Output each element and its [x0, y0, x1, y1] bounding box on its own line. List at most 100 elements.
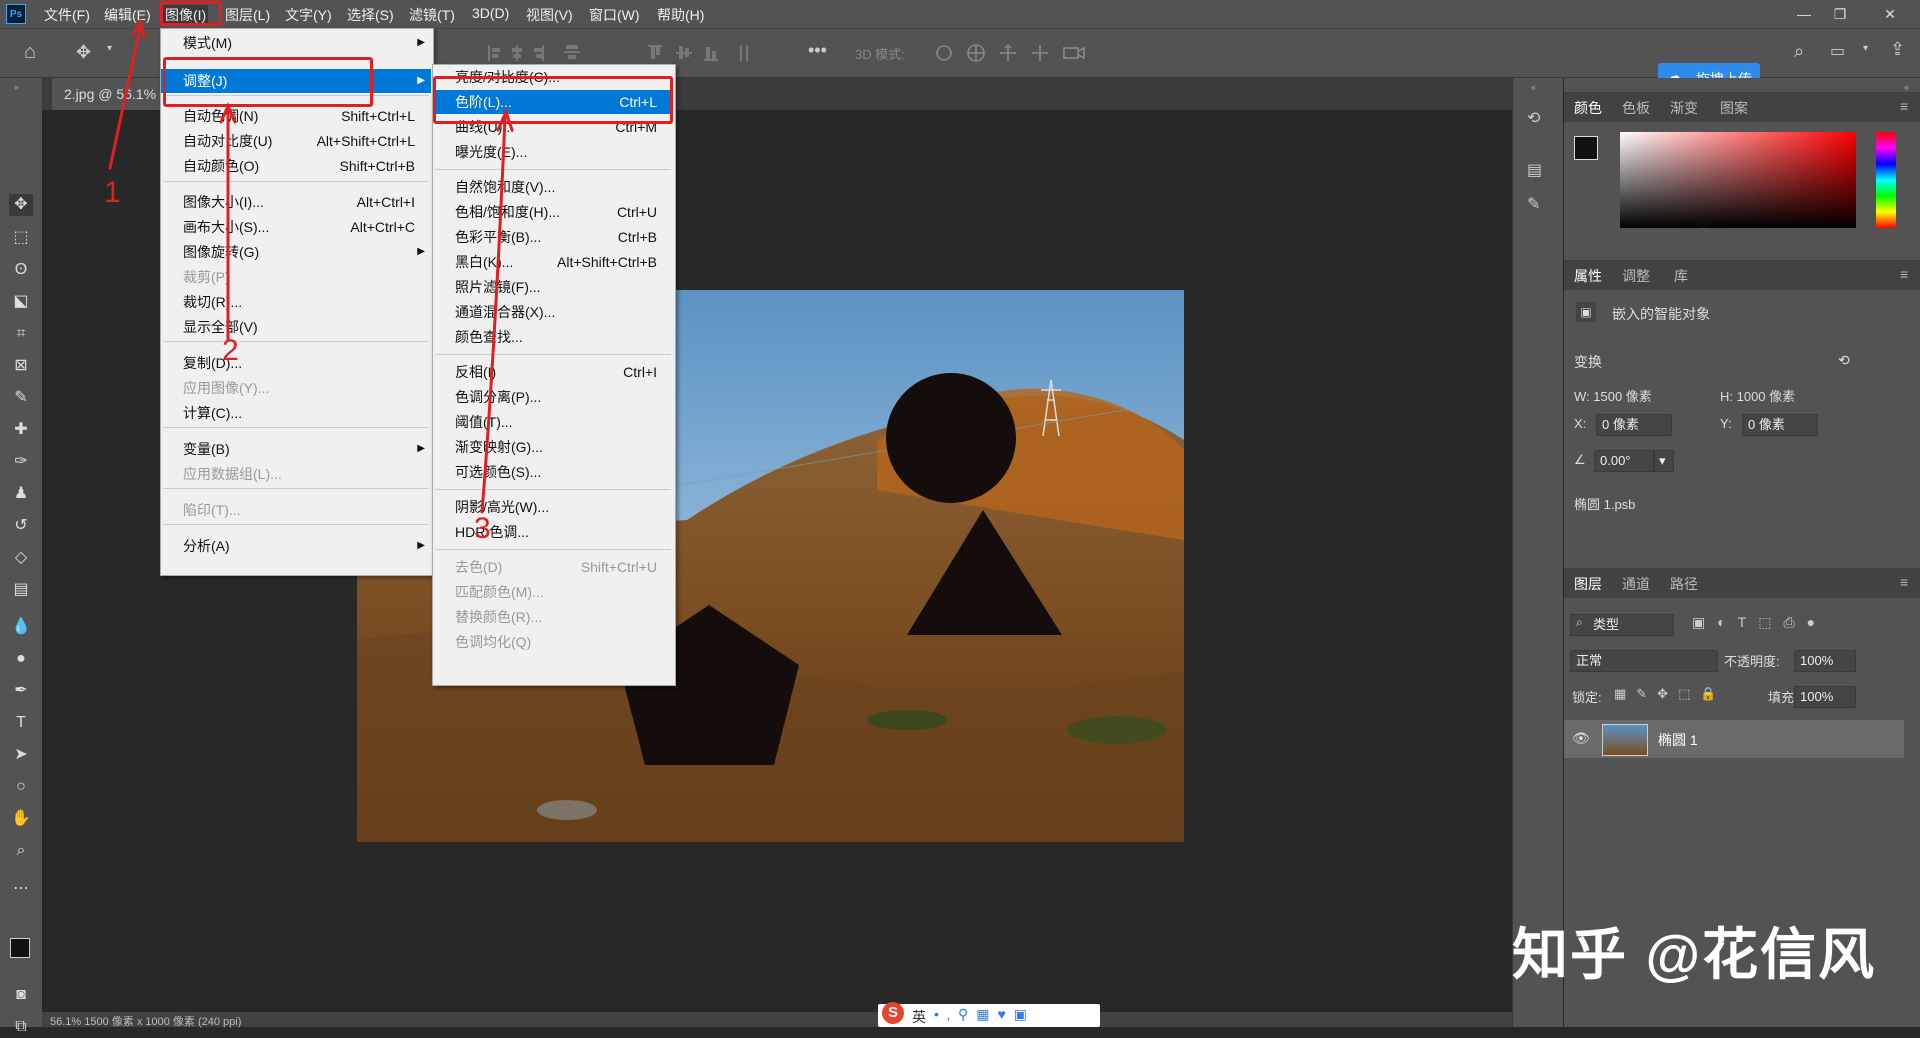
color-field[interactable] — [1620, 132, 1856, 228]
menu-item[interactable]: 变量(B) ▶ — [161, 437, 431, 461]
panel-menu-icon[interactable]: ≡ — [1900, 266, 1908, 282]
angle-dropdown-icon[interactable]: ▾ — [1654, 450, 1674, 472]
ime-toolbar[interactable]: S 英 •‚⚲▦♥▣ — [878, 1002, 1100, 1027]
blur-tool-icon[interactable]: 💧 — [9, 616, 33, 638]
tab-gradients[interactable]: 渐变 — [1670, 98, 1698, 118]
menu-item[interactable]: 显示全部(V) — [161, 315, 431, 339]
panel-menu-icon[interactable]: ≡ — [1900, 98, 1908, 114]
y-field[interactable]: 0 像素 — [1742, 414, 1818, 436]
menu-item[interactable]: 自动色调(N) Shift+Ctrl+L — [161, 104, 431, 128]
history-panel-icon[interactable]: ⟲ — [1527, 108, 1540, 128]
tab-layers[interactable]: 图层 — [1574, 574, 1602, 594]
x-field[interactable]: 0 像素 — [1596, 414, 1672, 436]
restore-button[interactable]: ❐ — [1822, 2, 1858, 26]
tab-swatches[interactable]: 色板 — [1622, 98, 1650, 118]
menu-item[interactable]: 可选颜色(S)... — [433, 460, 673, 484]
menu-item[interactable]: 曝光度(E)... — [433, 140, 673, 164]
tab-properties[interactable]: 属性 — [1574, 266, 1602, 286]
more-options-icon[interactable]: ••• — [808, 40, 827, 61]
gradient-tool-icon[interactable]: ▤ — [9, 579, 33, 601]
close-button[interactable]: ✕ — [1872, 2, 1908, 26]
menu-3d[interactable]: 3D(D) — [472, 5, 509, 21]
layer-filter-icons[interactable]: ▣◐T⬚⎙● — [1692, 614, 1827, 631]
menu-file[interactable]: 文件(F) — [44, 5, 90, 25]
frame-tool-icon[interactable]: ⊠ — [9, 355, 33, 377]
move-tool-icon[interactable]: ✥ — [9, 194, 33, 216]
menu-item[interactable]: 阴影/高光(W)... — [433, 495, 673, 519]
3d-mode-icons[interactable] — [930, 39, 1100, 67]
lock-icons[interactable]: ▦✎✥⬚🔒 — [1614, 686, 1727, 702]
menu-item[interactable]: 裁切(R)... — [161, 290, 431, 314]
menu-item[interactable]: 图像旋转(G) ▶ — [161, 240, 431, 264]
collapse-panels-icon[interactable]: « — [1904, 82, 1909, 92]
pen-tool-icon[interactable]: ✒ — [9, 680, 33, 702]
healing-brush-icon[interactable]: ✚ — [9, 419, 33, 441]
zoom-tool-icon[interactable]: ⌕ — [9, 840, 33, 862]
menu-item[interactable]: 复制(D)... — [161, 351, 431, 375]
menu-item[interactable]: 自动对比度(U) Alt+Shift+Ctrl+L — [161, 129, 431, 153]
menu-item[interactable]: 阈值(T)... — [433, 410, 673, 434]
home-icon[interactable]: ⌂ — [24, 41, 36, 64]
quick-select-tool-icon[interactable]: ⬕ — [9, 291, 33, 313]
reset-transform-icon[interactable]: ⟲ — [1838, 352, 1850, 369]
shape-tool-icon[interactable]: ○ — [9, 776, 33, 798]
menu-item[interactable]: 分析(A) ▶ — [161, 534, 431, 558]
eraser-tool-icon[interactable]: ◇ — [9, 547, 33, 569]
brush-tool-icon[interactable]: ✑ — [9, 451, 33, 473]
menu-view[interactable]: 视图(V) — [526, 5, 573, 25]
menu-item[interactable]: 渐变映射(G)... — [433, 435, 673, 459]
distribute-icons[interactable] — [646, 37, 776, 67]
foreground-color-swatch[interactable] — [10, 938, 30, 958]
menu-item[interactable]: 色彩平衡(B)... Ctrl+B — [433, 225, 673, 249]
quick-mask-icon[interactable]: ◙ — [9, 984, 33, 1006]
chevron-down-icon[interactable]: ▾ — [107, 43, 112, 54]
menu-item[interactable]: HDR 色调... — [433, 520, 673, 544]
menu-item[interactable]: 自动颜色(O) Shift+Ctrl+B — [161, 154, 431, 178]
menu-item[interactable]: 计算(C)... — [161, 401, 431, 425]
crop-tool-icon[interactable]: ⌗ — [9, 323, 33, 345]
menu-item[interactable]: 自然饱和度(V)... — [433, 175, 673, 199]
lasso-tool-icon[interactable]: ʘ — [9, 259, 33, 281]
share-icon[interactable]: ⇪ — [1890, 39, 1905, 60]
minimize-button[interactable]: — — [1786, 2, 1822, 26]
menu-item[interactable]: 黑白(K)... Alt+Shift+Ctrl+B — [433, 250, 673, 274]
angle-field[interactable]: 0.00° — [1594, 450, 1654, 472]
more-tools-icon[interactable]: ⋯ — [9, 878, 33, 900]
opacity-field[interactable]: 100% — [1794, 650, 1856, 672]
tab-patterns[interactable]: 图案 — [1720, 98, 1748, 118]
stamp-tool-icon[interactable]: ♟ — [9, 483, 33, 505]
hue-slider[interactable] — [1876, 132, 1896, 228]
blend-mode-select[interactable]: 正常 — [1570, 650, 1718, 672]
layer-row[interactable]: 👁 椭圆 1 — [1564, 720, 1904, 758]
tab-paths[interactable]: 路径 — [1670, 574, 1698, 594]
tab-libraries[interactable]: 库 — [1674, 266, 1688, 286]
menu-type[interactable]: 文字(Y) — [285, 5, 332, 25]
menu-item[interactable]: 颜色查找... — [433, 325, 673, 349]
fill-field[interactable]: 100% — [1794, 686, 1856, 708]
foreground-swatch[interactable] — [1574, 136, 1598, 160]
workspace-icon[interactable]: ▭ — [1830, 41, 1845, 61]
marquee-tool-icon[interactable]: ⬚ — [9, 227, 33, 249]
menu-item[interactable]: 色调分离(P)... — [433, 385, 673, 409]
search-icon[interactable]: ⌕ — [1794, 41, 1804, 62]
menu-select[interactable]: 选择(S) — [347, 5, 394, 25]
collapse-strip-icon[interactable]: « — [1531, 82, 1536, 92]
ime-mode-label[interactable]: 英 — [912, 1007, 926, 1027]
menu-item[interactable]: 照片滤镜(F)... — [433, 275, 673, 299]
tab-color[interactable]: 颜色 — [1574, 98, 1602, 118]
menu-edit[interactable]: 编辑(E) — [104, 5, 151, 25]
notes-panel-icon[interactable]: ✎ — [1527, 194, 1540, 214]
menu-help[interactable]: 帮助(H) — [657, 5, 704, 25]
layer-filter-select[interactable]: 类型 — [1570, 614, 1674, 636]
menu-filter[interactable]: 滤镜(T) — [409, 5, 455, 25]
history-brush-icon[interactable]: ↺ — [9, 515, 33, 537]
properties-panel-icon[interactable]: ▤ — [1527, 160, 1542, 180]
color-picker-handle[interactable] — [1696, 216, 1708, 228]
menu-item[interactable]: 通道混合器(X)... — [433, 300, 673, 324]
dodge-tool-icon[interactable]: ● — [9, 648, 33, 670]
panel-menu-icon[interactable]: ≡ — [1900, 574, 1908, 590]
workspace-chevron-icon[interactable]: ▾ — [1863, 43, 1868, 54]
ime-tool-icons[interactable]: •‚⚲▦♥▣ — [934, 1006, 1035, 1023]
menu-item[interactable]: 图像大小(I)... Alt+Ctrl+I — [161, 190, 431, 214]
menu-item[interactable]: 画布大小(S)... Alt+Ctrl+C — [161, 215, 431, 239]
